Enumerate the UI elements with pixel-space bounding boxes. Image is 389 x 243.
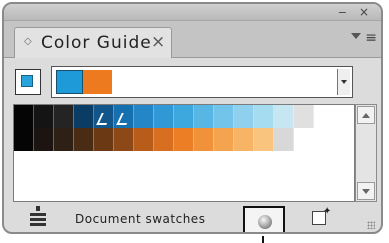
tab-grip-icon: ◇ xyxy=(24,36,32,47)
harmony-swatch-2 xyxy=(83,70,112,94)
panel-menu-icon[interactable]: ≡ xyxy=(365,31,377,45)
panel-menu-arrow-icon[interactable] xyxy=(351,33,361,39)
color-swatch[interactable] xyxy=(234,128,254,151)
color-swatch[interactable] xyxy=(94,105,114,128)
library-icon-handle xyxy=(36,206,40,211)
color-swatch[interactable] xyxy=(254,128,274,151)
color-swatch[interactable] xyxy=(334,105,354,128)
tab-close-icon[interactable]: × xyxy=(151,32,165,52)
color-swatch[interactable] xyxy=(74,128,94,151)
color-swatch[interactable] xyxy=(174,128,194,151)
scroll-down-icon xyxy=(362,189,370,194)
color-swatch[interactable] xyxy=(334,128,354,151)
color-swatch[interactable] xyxy=(54,105,74,128)
minimize-icon[interactable]: − xyxy=(338,7,347,18)
scroll-down-button[interactable] xyxy=(357,182,375,200)
harmony-rules-dropdown[interactable] xyxy=(51,66,353,98)
color-swatch[interactable] xyxy=(14,128,34,151)
harmony-dropdown-button[interactable] xyxy=(337,69,350,95)
color-swatch[interactable] xyxy=(274,128,294,151)
close-icon[interactable]: × xyxy=(359,6,369,18)
tab-bar: ◇ Color Guide × ≡ xyxy=(4,21,381,58)
library-icon-bar xyxy=(30,218,46,221)
color-swatch[interactable] xyxy=(274,105,294,128)
color-swatch[interactable] xyxy=(34,105,54,128)
base-color-chip xyxy=(21,75,33,87)
swatch-grid xyxy=(14,105,354,151)
color-swatch[interactable] xyxy=(114,105,134,128)
color-guide-panel: − × ◇ Color Guide × ≡ Document swatches … xyxy=(2,2,383,234)
vertical-scrollbar[interactable] xyxy=(355,104,377,202)
color-swatch[interactable] xyxy=(134,105,154,128)
color-swatch[interactable] xyxy=(234,105,254,128)
scroll-up-button[interactable] xyxy=(357,106,375,124)
color-swatch[interactable] xyxy=(214,128,234,151)
edit-colors-icon[interactable]: ✦ xyxy=(312,206,331,225)
tab-color-guide[interactable]: ◇ Color Guide × xyxy=(14,27,172,58)
color-swatch[interactable] xyxy=(194,128,214,151)
library-icon-bar xyxy=(30,213,46,216)
panel-titlebar[interactable]: − × xyxy=(4,4,381,21)
document-swatches-label: Document swatches xyxy=(75,212,206,226)
color-swatch[interactable] xyxy=(214,105,234,128)
color-swatch[interactable] xyxy=(54,128,74,151)
resize-grip-icon[interactable] xyxy=(367,221,375,229)
chevron-down-icon xyxy=(341,80,347,84)
tab-label: Color Guide xyxy=(41,33,152,53)
color-swatch[interactable] xyxy=(94,128,114,151)
color-swatch[interactable] xyxy=(134,128,154,151)
color-swatch[interactable] xyxy=(174,105,194,128)
edit-sparkle-icon: ✦ xyxy=(323,206,332,217)
base-color-swatch[interactable] xyxy=(15,69,41,95)
color-swatch[interactable] xyxy=(154,105,174,128)
color-variations-grid xyxy=(13,104,355,202)
library-icon-bar xyxy=(30,223,46,226)
color-swatch[interactable] xyxy=(14,105,34,128)
color-swatch[interactable] xyxy=(194,105,214,128)
panel-footer: Document swatches ✦ xyxy=(4,204,381,232)
save-color-group-button[interactable] xyxy=(243,206,285,232)
pointer-line xyxy=(262,236,264,243)
save-group-icon xyxy=(258,215,272,229)
color-swatch[interactable] xyxy=(34,128,54,151)
scroll-up-icon xyxy=(362,113,370,118)
color-swatch[interactable] xyxy=(254,105,274,128)
color-swatch[interactable] xyxy=(314,128,334,151)
swatch-library-icon[interactable] xyxy=(30,206,46,227)
color-swatch[interactable] xyxy=(294,128,314,151)
color-swatch[interactable] xyxy=(114,128,134,151)
harmony-swatch-1 xyxy=(56,70,83,94)
color-swatch[interactable] xyxy=(294,105,314,128)
color-swatch[interactable] xyxy=(74,105,94,128)
color-swatch[interactable] xyxy=(314,105,334,128)
color-swatch[interactable] xyxy=(154,128,174,151)
